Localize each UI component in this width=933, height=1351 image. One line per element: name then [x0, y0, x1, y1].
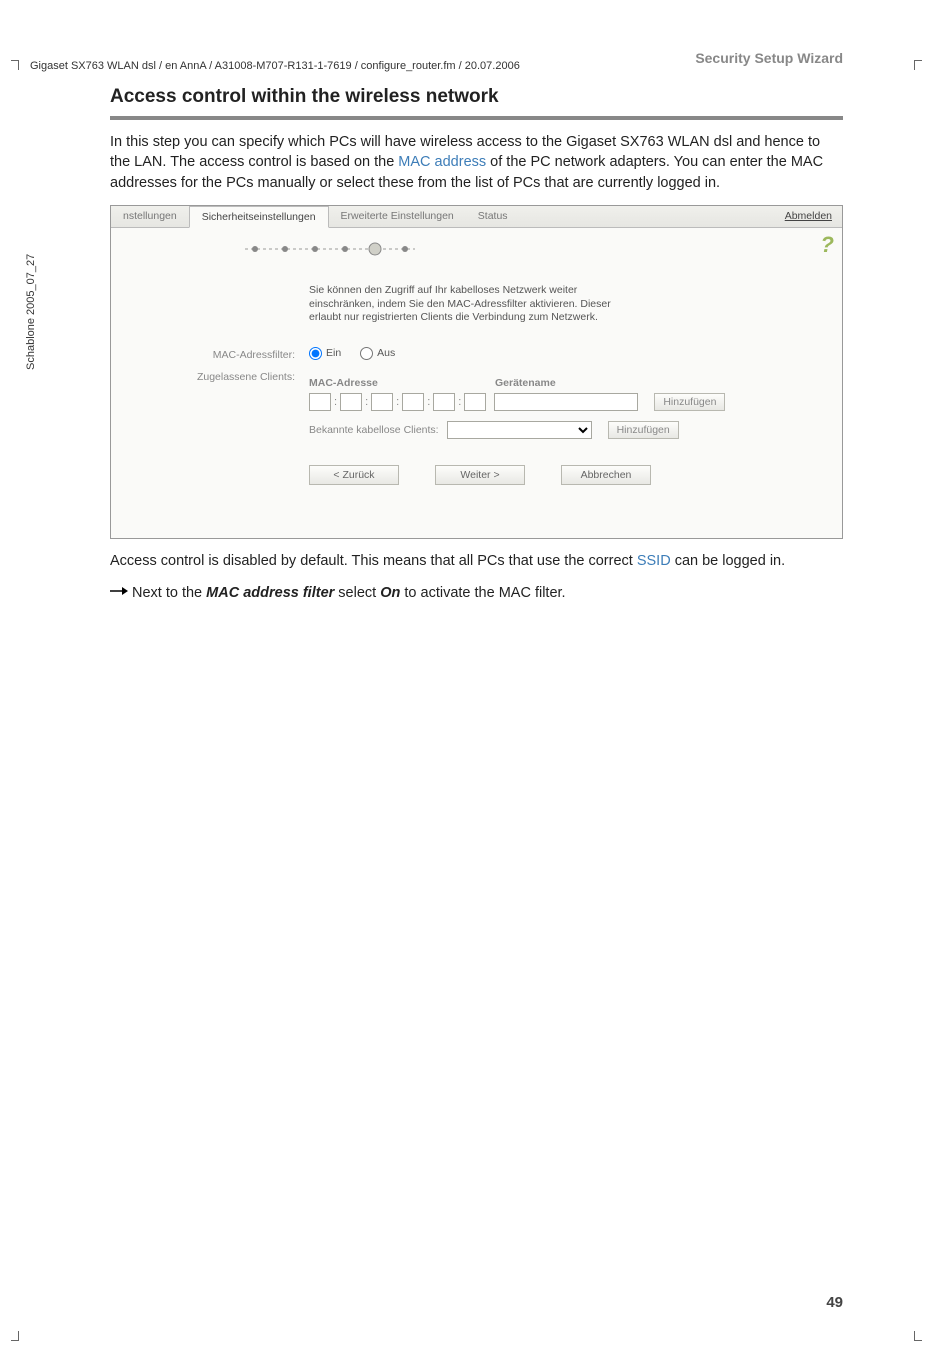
step-1a: Next to the	[132, 585, 206, 601]
known-clients-select[interactable]	[447, 421, 592, 439]
allowed-clients-label: Zugelassene Clients:	[129, 369, 309, 383]
intro-paragraph: In this step you can specify which PCs w…	[110, 132, 843, 193]
add-known-button[interactable]: Hinzufügen	[608, 421, 679, 439]
back-button[interactable]: < Zurück	[309, 465, 399, 485]
column-mac-header: MAC-Adresse	[309, 377, 495, 389]
mac-address-link[interactable]: MAC address	[398, 154, 486, 170]
tab-advanced-settings[interactable]: Erweiterte Einstellungen	[329, 206, 466, 226]
ssid-link[interactable]: SSID	[637, 553, 671, 569]
help-icon[interactable]: ?	[821, 232, 834, 258]
post-text-1: Access control is disabled by default. T…	[110, 553, 637, 569]
step-1d: On	[380, 585, 400, 601]
section-title: Access control within the wireless netwo…	[110, 86, 843, 120]
tab-bar: nstellungen Sicherheitseinstellungen Erw…	[111, 206, 842, 228]
page-number: 49	[826, 1294, 843, 1311]
mac-filter-label: MAC-Adressfilter:	[129, 347, 309, 361]
step-item: Next to the MAC address filter select On…	[110, 583, 843, 603]
tab-status[interactable]: Status	[466, 206, 520, 226]
mac-octet-2[interactable]	[340, 393, 362, 411]
post-paragraph: Access control is disabled by default. T…	[110, 551, 843, 571]
header-path: Gigaset SX763 WLAN dsl / en AnnA / A3100…	[30, 60, 520, 72]
radio-on[interactable]	[309, 347, 322, 360]
known-clients-label: Bekannte kabellose Clients:	[309, 424, 439, 436]
template-version-label: Schablone 2005_07_27	[25, 254, 37, 370]
router-ui-screenshot: nstellungen Sicherheitseinstellungen Erw…	[110, 205, 843, 539]
tab-settings[interactable]: nstellungen	[111, 206, 189, 226]
arrow-icon	[110, 583, 132, 596]
mac-octet-3[interactable]	[371, 393, 393, 411]
mac-octet-5[interactable]	[433, 393, 455, 411]
wizard-description: Sie können den Zugriff auf Ihr kabellose…	[309, 284, 629, 325]
tab-security-settings[interactable]: Sicherheitseinstellungen	[189, 206, 329, 228]
radio-on-text: Ein	[326, 347, 341, 359]
mac-octet-6[interactable]	[464, 393, 486, 411]
device-name-input[interactable]	[494, 393, 638, 411]
mac-octet-4[interactable]	[402, 393, 424, 411]
next-button[interactable]: Weiter >	[435, 465, 525, 485]
cancel-button[interactable]: Abbrechen	[561, 465, 651, 485]
radio-off[interactable]	[360, 347, 373, 360]
step-text: Next to the MAC address filter select On…	[132, 583, 566, 603]
radio-on-label[interactable]: Ein	[309, 347, 341, 359]
post-text-2: can be logged in.	[671, 553, 785, 569]
radio-off-text: Aus	[377, 347, 395, 359]
radio-off-label[interactable]: Aus	[360, 347, 395, 359]
mac-octet-1[interactable]	[309, 393, 331, 411]
add-mac-button[interactable]: Hinzufügen	[654, 393, 725, 411]
wizard-progress	[245, 242, 824, 256]
logout-link[interactable]: Abmelden	[785, 210, 842, 222]
step-1c: select	[334, 585, 380, 601]
column-name-header: Gerätename	[495, 377, 824, 389]
step-1e: to activate the MAC filter.	[400, 585, 565, 601]
step-1b: MAC address filter	[206, 585, 334, 601]
